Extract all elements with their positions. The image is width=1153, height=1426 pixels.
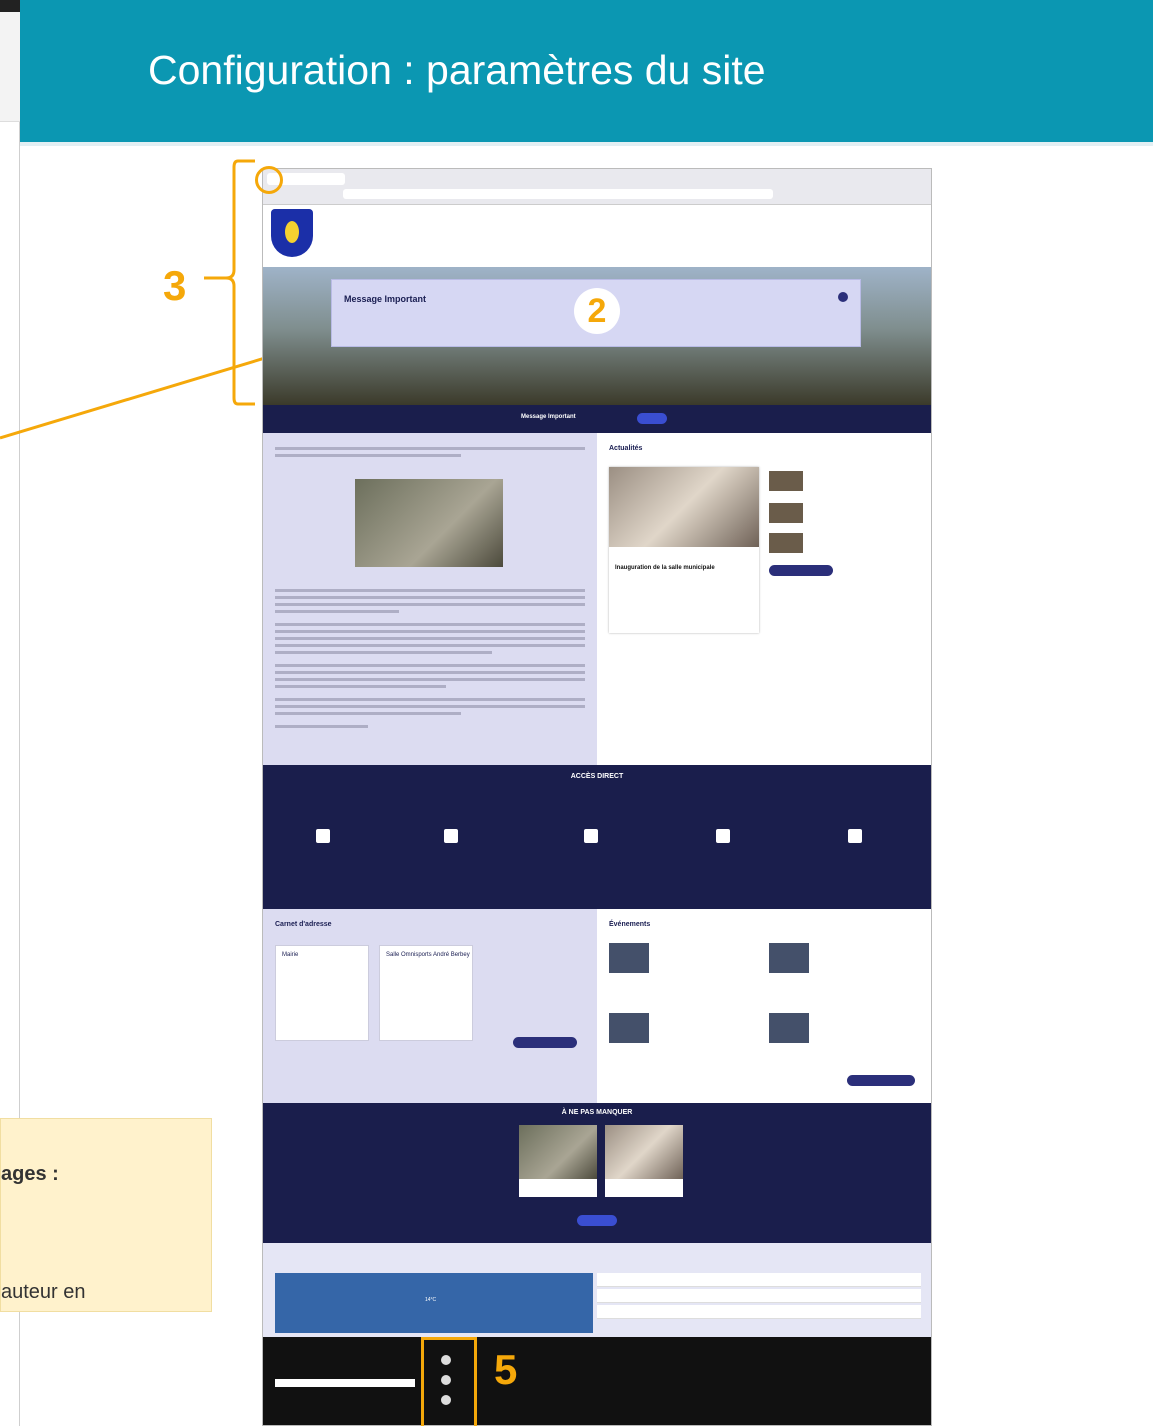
site-header: ​: [263, 205, 931, 267]
message-banner: Message Important: [263, 405, 931, 433]
banner-button[interactable]: [637, 413, 667, 424]
event-item[interactable]: [769, 943, 919, 991]
news-section: Actualités Inauguration de la salle muni…: [597, 433, 931, 765]
newsletter-input[interactable]: [275, 1379, 415, 1387]
ne-pas-manquer-heading: À NE PAS MANQUER: [561, 1109, 633, 1116]
browser-toolbar: [263, 169, 931, 205]
weather-row: [597, 1289, 921, 1303]
weather-section: 14°C: [263, 1243, 931, 1337]
banner-text: Message Important: [521, 414, 576, 420]
acces-tile[interactable]: [561, 829, 621, 843]
annotation-circle-tab: [255, 166, 283, 194]
news-item[interactable]: [769, 471, 919, 491]
all-news-button[interactable]: [769, 565, 833, 576]
news-heading: Actualités: [609, 445, 643, 452]
popup-title: Message Important: [344, 294, 427, 304]
news-main-photo: [609, 467, 759, 547]
event-item[interactable]: [769, 1013, 919, 1061]
browser-address-bar[interactable]: [343, 189, 773, 199]
address-book-section: Carnet d'adresse Mairie Salle Omnisports…: [263, 909, 597, 1103]
weather-row: [597, 1273, 921, 1287]
intro-text-lines: [275, 589, 585, 732]
address-card[interactable]: Mairie: [275, 945, 369, 1041]
acces-tile[interactable]: [825, 829, 885, 843]
left-strip-pane: [0, 12, 20, 122]
acces-direct-section: ACCÈS DIRECT: [263, 765, 931, 909]
medkit-icon: [444, 829, 458, 843]
events-heading: Événements: [609, 921, 651, 928]
annotation-number-2: 2: [587, 292, 607, 330]
event-item[interactable]: [609, 1013, 759, 1061]
gears-icon: [716, 829, 730, 843]
events-section: Événements: [597, 909, 931, 1103]
address-book-button[interactable]: [513, 1037, 577, 1048]
slide-title: Configuration : paramètres du site: [148, 47, 766, 93]
weather-temperature: 14°C: [425, 1297, 437, 1303]
all-events-button[interactable]: [847, 1075, 915, 1086]
highlight-card[interactable]: [605, 1125, 683, 1197]
annotation-number-5: 5: [494, 1346, 518, 1393]
weather-row: [597, 1305, 921, 1319]
intro-section: [263, 433, 597, 765]
see-all-button[interactable]: [577, 1215, 617, 1226]
event-item[interactable]: [609, 943, 759, 991]
news-main-card[interactable]: Inauguration de la salle municipale: [609, 467, 759, 633]
site-logo-crest[interactable]: [271, 209, 313, 257]
annotation-badge-2: 2: [574, 288, 620, 334]
ne-pas-manquer-section: À NE PAS MANQUER: [263, 1103, 931, 1243]
intro-photo: [355, 479, 503, 567]
bag-icon: [584, 829, 598, 843]
intro-heading-lines: [275, 447, 585, 461]
tip-line-1: ages :: [1, 1163, 59, 1185]
close-icon[interactable]: [838, 292, 848, 302]
slide-header: Configuration : paramètres du site: [20, 0, 1153, 146]
acces-tile[interactable]: [293, 829, 353, 843]
address-card[interactable]: Salle Omnisports André Berbey: [379, 945, 473, 1041]
weather-box: 14°C: [275, 1273, 593, 1333]
news-item[interactable]: [769, 503, 919, 523]
address-book-heading: Carnet d'adresse: [275, 921, 332, 928]
acces-tile[interactable]: [421, 829, 481, 843]
acces-heading: ACCÈS DIRECT: [570, 773, 624, 780]
tip-line-2: auteur en: [1, 1281, 86, 1303]
news-main-title: Inauguration de la salle municipale: [615, 565, 715, 571]
tip-box: ages : auteur en: [0, 1118, 212, 1312]
annotation-number-3: 3: [163, 262, 187, 309]
website-screenshot: ​ Message Important Message Important Ac…: [262, 168, 932, 1426]
map-icon: [848, 829, 862, 843]
news-item[interactable]: [769, 533, 919, 553]
site-footer: [263, 1337, 931, 1425]
highlight-card[interactable]: [519, 1125, 597, 1197]
acces-tile[interactable]: [693, 829, 753, 843]
left-strip-topbar: [0, 0, 20, 12]
annotation-frame-social: [421, 1337, 477, 1426]
book-icon: [316, 829, 330, 843]
